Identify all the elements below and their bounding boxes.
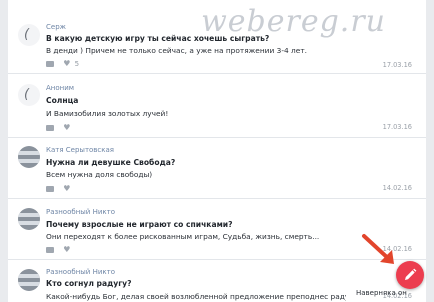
post-meta: ♥ 5: [46, 59, 79, 68]
red-arrow-annotation: [362, 234, 394, 264]
user-avatar[interactable]: [18, 269, 40, 291]
user-avatar[interactable]: [18, 208, 40, 230]
answer-text: В денди ) Причем не только сейчас, а уже…: [46, 46, 307, 55]
compose-button[interactable]: [396, 261, 424, 289]
question-text: Солнца: [46, 96, 79, 105]
author-name[interactable]: Серж: [46, 23, 66, 31]
author-name[interactable]: Разнообный Никто: [46, 268, 115, 276]
avatar-stripe: [18, 274, 40, 278]
comment-icon[interactable]: [46, 247, 54, 253]
avatar-stripe: [18, 282, 40, 286]
question-text: В какую детскую игру ты сейчас хочешь сы…: [46, 34, 270, 43]
truncated-answer-snippet: Наверняка он: [356, 289, 407, 297]
post-meta: ♥: [46, 184, 72, 193]
avatar-stripe: [18, 151, 40, 155]
heart-icon[interactable]: ♥: [63, 59, 70, 68]
avatar-stripe: [18, 159, 40, 163]
post-date: 14.02.16: [382, 184, 412, 192]
anonymous-icon: (: [24, 27, 30, 42]
avatar-stripe: [18, 213, 40, 217]
pencil-icon: [405, 268, 417, 280]
avatar-stripe: [18, 221, 40, 225]
post-date: 17.03.16: [382, 123, 412, 131]
heart-icon[interactable]: ♥: [63, 123, 70, 132]
answer-text: Всем нужна доля свободы): [46, 170, 153, 179]
comment-icon[interactable]: [46, 125, 54, 131]
post-meta: ♥: [46, 123, 72, 132]
author-name[interactable]: Аноним: [46, 84, 74, 92]
anonymous-avatar[interactable]: (: [18, 24, 40, 46]
divider: [8, 73, 426, 74]
question-text: Нужна ли девушке Свобода?: [46, 158, 176, 167]
question-text: Кто согнул радугу?: [46, 279, 132, 288]
comment-icon[interactable]: [46, 61, 54, 67]
divider: [8, 137, 426, 138]
heart-icon[interactable]: ♥: [63, 245, 70, 254]
answer-text: И Вамизобилия золотых лучей!: [46, 109, 169, 118]
divider: [8, 198, 426, 199]
answer-text: Они переходят к более рискованным играм,…: [46, 232, 320, 241]
heart-icon[interactable]: ♥: [63, 184, 70, 193]
user-avatar[interactable]: [18, 146, 40, 168]
anonymous-avatar[interactable]: (: [18, 84, 40, 106]
post-meta: ♥: [46, 245, 72, 254]
author-name[interactable]: Катя Серытовская: [46, 146, 114, 154]
like-count: 5: [74, 60, 80, 68]
anonymous-icon: (: [24, 87, 30, 102]
comment-icon[interactable]: [46, 186, 54, 192]
answer-text: Какой-нибудь Бог, делая своей возлюбленн…: [46, 292, 346, 301]
question-text: Почему взрослые не играют со спичками?: [46, 220, 233, 229]
post-date: 17.03.16: [382, 61, 412, 69]
author-name[interactable]: Разнообный Никто: [46, 208, 115, 216]
